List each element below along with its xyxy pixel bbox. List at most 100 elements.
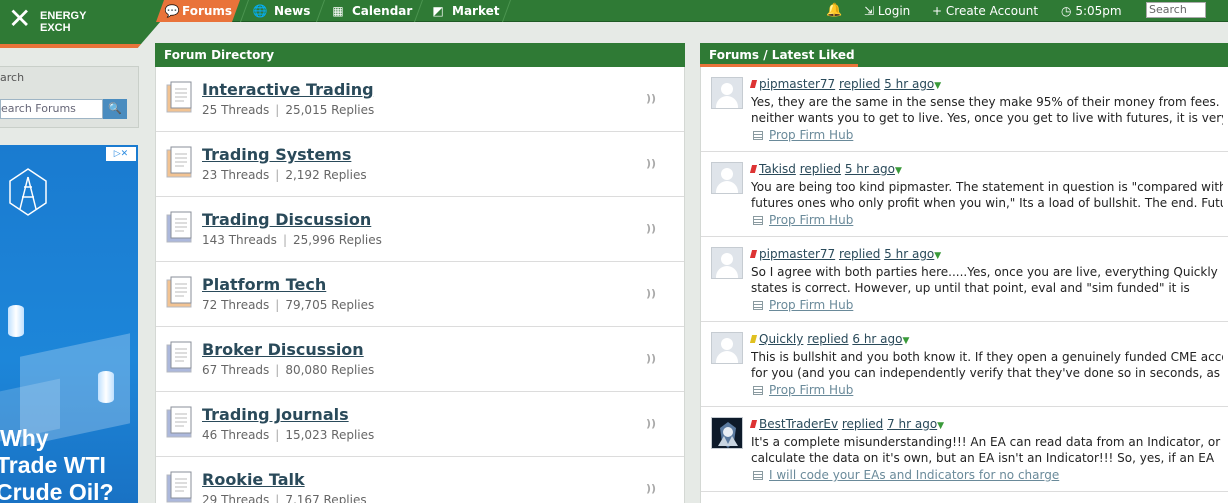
reply-count: 80,080 Replies xyxy=(285,363,375,377)
post-action[interactable]: replied xyxy=(807,332,848,346)
caret-down-icon[interactable]: ▼ xyxy=(895,166,902,176)
forum-title-link[interactable]: Rookie Talk xyxy=(202,470,305,489)
user-flag-icon xyxy=(749,165,758,173)
user-avatar[interactable] xyxy=(711,162,743,194)
globe-icon: 🌐 xyxy=(252,4,268,18)
rss-feed-icon[interactable]: )) xyxy=(646,287,656,300)
rss-feed-icon[interactable]: )) xyxy=(646,157,656,170)
post-time[interactable]: 5 hr ago xyxy=(884,77,934,91)
forum-stats: 29 Threads | 7,167 Replies xyxy=(202,493,367,503)
thread-title: Prop Firm Hub xyxy=(769,298,854,312)
post-thread-link[interactable]: I will code your EAs and Indicators for … xyxy=(753,468,1059,482)
forum-row[interactable]: Platform Tech 72 Threads | 79,705 Replies)) xyxy=(156,262,684,327)
liked-post-item: pipmaster77 replied 5 hr ago▼ Yes, they a… xyxy=(701,67,1228,152)
post-thread-link[interactable]: Prop Firm Hub xyxy=(753,128,853,142)
tab-forums[interactable]: 💬 Forums xyxy=(156,0,240,22)
forum-document-icon xyxy=(166,211,192,243)
search-icon[interactable]: 🔍 xyxy=(103,99,127,119)
forum-directory-list: Interactive Trading 25 Threads | 25,015 Rep… xyxy=(155,67,685,503)
post-time[interactable]: 7 hr ago xyxy=(887,417,937,431)
post-excerpt[interactable]: Yes, they are the same in the sense they… xyxy=(751,94,1223,126)
login-link[interactable]: ⇲ Login xyxy=(864,0,910,22)
reply-count: 79,705 Replies xyxy=(285,298,375,312)
site-logo[interactable]: ✕ ENERGY EXCH xyxy=(0,0,160,48)
forum-title-link[interactable]: Broker Discussion xyxy=(202,340,364,359)
thread-icon xyxy=(753,131,763,140)
tab-market[interactable]: ◩ Market xyxy=(430,0,499,22)
ad-cylinder xyxy=(98,371,114,403)
caret-down-icon[interactable]: ▼ xyxy=(934,251,941,261)
post-username[interactable]: pipmaster77 xyxy=(759,77,835,91)
forum-row[interactable]: Rookie Talk 29 Threads | 7,167 Replies)) xyxy=(156,457,684,503)
post-thread-link[interactable]: Prop Firm Hub xyxy=(753,383,853,397)
forum-document-icon xyxy=(166,276,192,308)
thread-icon xyxy=(753,301,763,310)
logo-line1: ENERGY xyxy=(40,10,87,22)
forum-title-link[interactable]: Trading Journals xyxy=(202,405,349,424)
post-username[interactable]: pipmaster77 xyxy=(759,247,835,261)
liked-post-item: Quickly replied 6 hr ago▼ This is bullshi… xyxy=(701,322,1228,407)
forum-title-link[interactable]: Platform Tech xyxy=(202,275,326,294)
post-action[interactable]: replied xyxy=(839,77,880,91)
post-action[interactable]: replied xyxy=(839,247,880,261)
post-time[interactable]: 5 hr ago xyxy=(884,247,934,261)
rss-feed-icon[interactable]: )) xyxy=(646,482,656,495)
user-avatar[interactable] xyxy=(711,417,743,449)
post-excerpt[interactable]: It's a complete misunderstanding!!! An E… xyxy=(751,434,1223,466)
forum-title-link[interactable]: Interactive Trading xyxy=(202,80,374,99)
post-thread-link[interactable]: Prop Firm Hub xyxy=(753,213,853,227)
user-avatar[interactable] xyxy=(711,247,743,279)
ad-headline: Why Trade WTI Crude Oil? xyxy=(0,425,114,503)
rss-feed-icon[interactable]: )) xyxy=(646,222,656,235)
user-avatar[interactable] xyxy=(711,77,743,109)
create-account-link[interactable]: + Create Account xyxy=(932,0,1038,22)
forum-row[interactable]: Trading Systems 23 Threads | 2,192 Replies)… xyxy=(156,132,684,197)
tab-news[interactable]: 🌐 News xyxy=(252,0,311,22)
forum-row[interactable]: Interactive Trading 25 Threads | 25,015 Rep… xyxy=(156,67,684,132)
post-excerpt[interactable]: This is bullshit and you both know it. I… xyxy=(751,349,1223,381)
tab-calendar[interactable]: ▦ Calendar xyxy=(330,0,412,22)
reply-count: 7,167 Replies xyxy=(285,493,367,503)
clock-time: 5:05pm xyxy=(1075,4,1122,18)
liked-post-item: Takisd replied 5 hr ago▼ You are being to… xyxy=(701,152,1228,237)
chart-icon: ◩ xyxy=(432,4,444,18)
forum-title-link[interactable]: Trading Systems xyxy=(202,145,351,164)
rss-feed-icon[interactable]: )) xyxy=(646,417,656,430)
rss-feed-icon[interactable]: )) xyxy=(646,352,656,365)
bell-icon[interactable]: 🔔 xyxy=(826,0,842,22)
post-meta: pipmaster77 replied 5 hr ago▼ xyxy=(749,77,941,91)
user-avatar[interactable] xyxy=(711,332,743,364)
tab-forums-label: Forums xyxy=(182,4,233,18)
post-username[interactable]: Quickly xyxy=(759,332,803,346)
forum-row[interactable]: Trading Discussion 143 Threads | 25,996 Rep… xyxy=(156,197,684,262)
post-thread-link[interactable]: Prop Firm Hub xyxy=(753,298,853,312)
post-excerpt[interactable]: You are being too kind pipmaster. The st… xyxy=(751,179,1223,211)
forum-row[interactable]: Trading Journals 46 Threads | 15,023 Replie… xyxy=(156,392,684,457)
rss-feed-icon[interactable]: )) xyxy=(646,92,656,105)
post-action[interactable]: replied xyxy=(842,417,883,431)
sidebar-search-input[interactable]: earch Forums xyxy=(0,99,103,119)
post-time[interactable]: 5 hr ago xyxy=(845,162,895,176)
ad-cylinder xyxy=(8,305,24,337)
forum-title-link[interactable]: Trading Discussion xyxy=(202,210,371,229)
liked-post-item: BestTraderEv replied 7 hr ago▼ It's a com… xyxy=(701,407,1228,492)
post-action[interactable]: replied xyxy=(800,162,841,176)
post-username[interactable]: Takisd xyxy=(759,162,796,176)
post-meta: BestTraderEv replied 7 hr ago▼ xyxy=(749,417,944,431)
post-time[interactable]: 6 hr ago xyxy=(852,332,902,346)
post-meta: Takisd replied 5 hr ago▼ xyxy=(749,162,902,176)
post-excerpt[interactable]: So I agree with both parties here.....Ye… xyxy=(751,264,1223,296)
caret-down-icon[interactable]: ▼ xyxy=(934,81,941,91)
post-username[interactable]: BestTraderEv xyxy=(759,417,838,431)
thread-count: 25 Threads xyxy=(202,103,270,117)
top-search-input[interactable]: Search xyxy=(1146,2,1206,18)
forum-row[interactable]: Broker Discussion 67 Threads | 80,080 Repli… xyxy=(156,327,684,392)
logo-line2: EXCH xyxy=(40,22,71,34)
caret-down-icon[interactable]: ▼ xyxy=(903,336,910,346)
advertisement[interactable]: ▷✕ Why Trade WTI Crude Oil? xyxy=(0,145,138,503)
caret-down-icon[interactable]: ▼ xyxy=(937,421,944,431)
ad-choices-icon[interactable]: ▷✕ xyxy=(106,147,136,161)
sidebar-search-label: arch xyxy=(0,71,25,84)
liked-post-item: pipmaster77 replied 5 hr ago▼ So I agree … xyxy=(701,237,1228,322)
forum-directory-header: Forum Directory xyxy=(155,43,685,67)
